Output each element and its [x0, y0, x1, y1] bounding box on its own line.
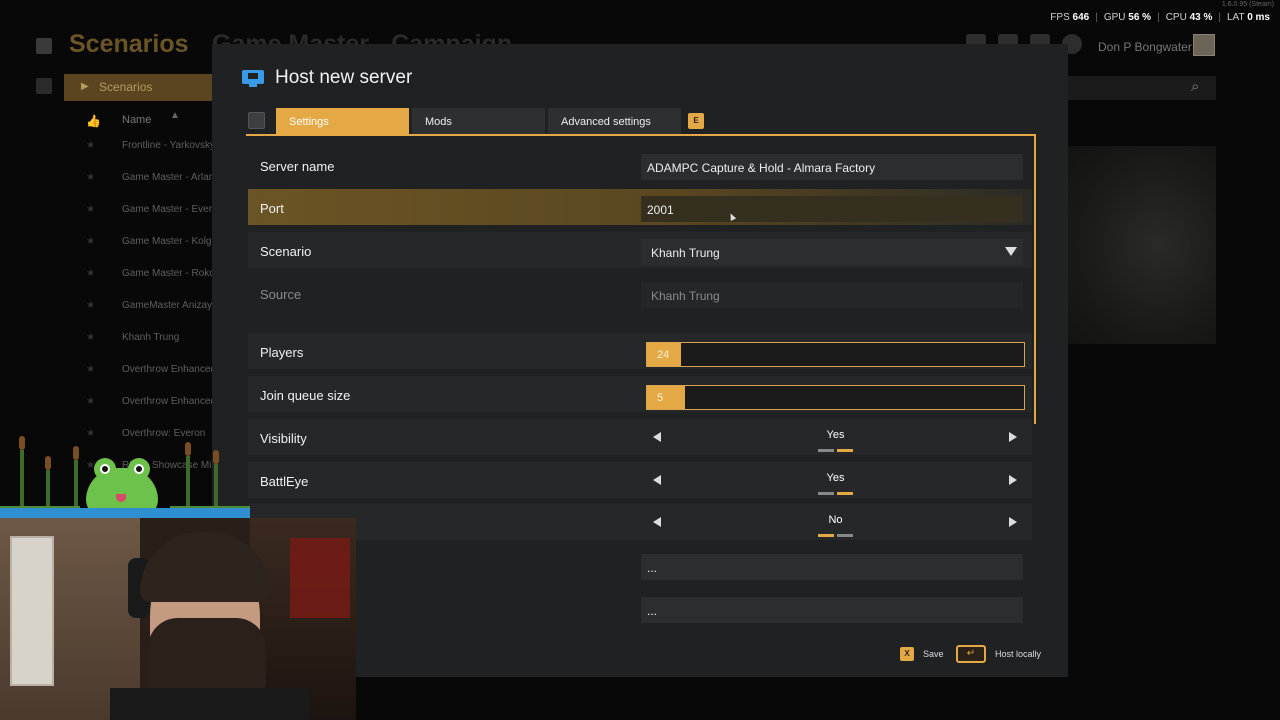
monitor-icon: [242, 70, 264, 87]
background-tab-label: Scenarios: [99, 80, 153, 94]
star-icon: ★: [86, 268, 95, 279]
toggle-indicator: [818, 449, 854, 452]
source-field: Khanh Trung: [641, 282, 1023, 308]
row-server-name: Server name ADAMPC Capture & Hold - Alma…: [248, 147, 1032, 183]
tab-mods[interactable]: Mods: [412, 108, 545, 135]
save-button[interactable]: Save: [923, 649, 944, 659]
arrow-left-icon[interactable]: [653, 432, 661, 442]
battleye-value: Yes: [826, 472, 845, 484]
row-source: Source Khanh Trung: [248, 275, 1032, 311]
row-port: Port 2001: [248, 189, 1032, 225]
tab-next-key-icon[interactable]: E: [688, 113, 704, 129]
arrow-right-icon[interactable]: [1009, 475, 1017, 485]
toggle-indicator: [818, 492, 854, 495]
star-icon: ★: [86, 300, 95, 311]
list-item[interactable]: ★ Overthrow Enhanced:: [86, 396, 226, 416]
list-item[interactable]: ★ Game Master - Rokos: [86, 268, 226, 288]
user-name[interactable]: Don P Bongwater: [1098, 40, 1192, 54]
visibility-value: Yes: [826, 429, 845, 441]
lat-stat: LAT 0 ms: [1227, 12, 1270, 23]
battleye-label: BattlEye: [260, 474, 309, 489]
row-scenario: Scenario Khanh Trung: [248, 232, 1032, 268]
list-item[interactable]: ★ Game Master - Kolguyev: [86, 236, 226, 256]
star-icon: ★: [86, 332, 95, 343]
row-password: ...: [248, 547, 1032, 583]
list-item[interactable]: ★ Frontline - Yarkovsky: [86, 140, 226, 160]
version-label: 1.6.0.95 (Steam): [1221, 1, 1274, 8]
webcam-overlay: [0, 518, 356, 720]
frog-overlay: [0, 430, 250, 520]
star-icon: ★: [86, 204, 95, 215]
players-value: 24: [657, 349, 670, 361]
host-locally-button[interactable]: Host locally: [995, 649, 1041, 659]
list-item[interactable]: ★ Overthrow Enhanced:: [86, 364, 226, 384]
tab-prev-key-icon[interactable]: [248, 112, 265, 129]
star-icon: ★: [86, 396, 95, 407]
row-crossplay: No: [248, 504, 1032, 540]
server-name-label: Server name: [260, 159, 335, 174]
thumbs-up-icon: 👍: [86, 114, 101, 128]
save-key-icon[interactable]: X: [900, 647, 914, 661]
join-queue-value: 5: [657, 392, 664, 404]
port-field[interactable]: 2001: [641, 196, 1023, 222]
star-icon: ★: [86, 236, 95, 247]
join-queue-label: Join queue size: [260, 388, 351, 403]
password-field[interactable]: ...: [641, 554, 1023, 580]
tab-settings[interactable]: Settings: [276, 108, 409, 135]
port-label: Port: [260, 201, 284, 216]
row-admin-password: ...: [248, 590, 1032, 626]
toggle-indicator: [818, 534, 854, 537]
search-icon[interactable]: ⌕: [1191, 78, 1199, 95]
source-label: Source: [260, 287, 302, 302]
arrow-right-icon[interactable]: [1009, 517, 1017, 527]
chevron-down-icon: [1005, 247, 1017, 256]
list-item[interactable]: ★ Game Master - Everon: [86, 204, 226, 224]
crossplay-value: No: [828, 514, 843, 526]
sort-icon[interactable]: ▲: [170, 110, 180, 121]
cpu-stat: CPU 43 %: [1165, 12, 1213, 23]
server-name-field[interactable]: ADAMPC Capture & Hold - Almara Factory: [641, 154, 1023, 180]
join-queue-slider-fill: [647, 386, 685, 409]
arrow-left-icon[interactable]: [653, 475, 661, 485]
row-players: Players 24: [248, 333, 1032, 369]
star-icon: ★: [86, 140, 95, 151]
row-battleye: BattlEye Yes: [248, 462, 1032, 498]
row-visibility: Visibility Yes: [248, 419, 1032, 455]
filter-icon[interactable]: [36, 78, 52, 94]
list-item[interactable]: ★ Game Master - Arland: [86, 172, 226, 192]
star-icon: ★: [86, 172, 95, 183]
arrow-left-icon[interactable]: [653, 517, 661, 527]
performance-stats: FPS 646 | GPU 56 % | CPU 43 % | LAT 0 ms: [1050, 12, 1270, 23]
avatar[interactable]: [1193, 34, 1215, 56]
scenario-map-preview: [1068, 146, 1216, 344]
arrow-right-icon[interactable]: [1009, 432, 1017, 442]
fps-stat: FPS 646: [1050, 12, 1090, 23]
menu-icon[interactable]: [36, 38, 52, 54]
row-join-queue: Join queue size 5: [248, 376, 1032, 412]
play-icon: ▶: [81, 81, 89, 92]
admin-password-field[interactable]: ...: [641, 597, 1023, 623]
screen: Scenarios Game Master - Campaign ▶ Scena…: [0, 0, 1280, 720]
scenario-select[interactable]: Khanh Trung: [641, 239, 1023, 265]
scenario-value: Khanh Trung: [651, 246, 720, 260]
join-queue-slider[interactable]: 5: [646, 385, 1025, 410]
column-name-header[interactable]: Name: [122, 114, 151, 126]
background-title: Scenarios: [69, 30, 189, 58]
gpu-stat: GPU 56 %: [1103, 12, 1152, 23]
dialog-title: Host new server: [275, 67, 413, 88]
list-item[interactable]: ★ GameMaster Anizay: [86, 300, 226, 320]
star-icon: ★: [86, 364, 95, 375]
players-label: Players: [260, 345, 304, 360]
enter-key-icon[interactable]: ↵: [956, 645, 986, 663]
visibility-label: Visibility: [260, 431, 307, 446]
scenario-label: Scenario: [260, 244, 312, 259]
players-slider[interactable]: 24: [646, 342, 1025, 367]
list-item[interactable]: ★ Khanh Trung: [86, 332, 226, 352]
settings-panel: Server name ADAMPC Capture & Hold - Alma…: [246, 144, 1034, 629]
tab-advanced-settings[interactable]: Advanced settings: [548, 108, 681, 135]
